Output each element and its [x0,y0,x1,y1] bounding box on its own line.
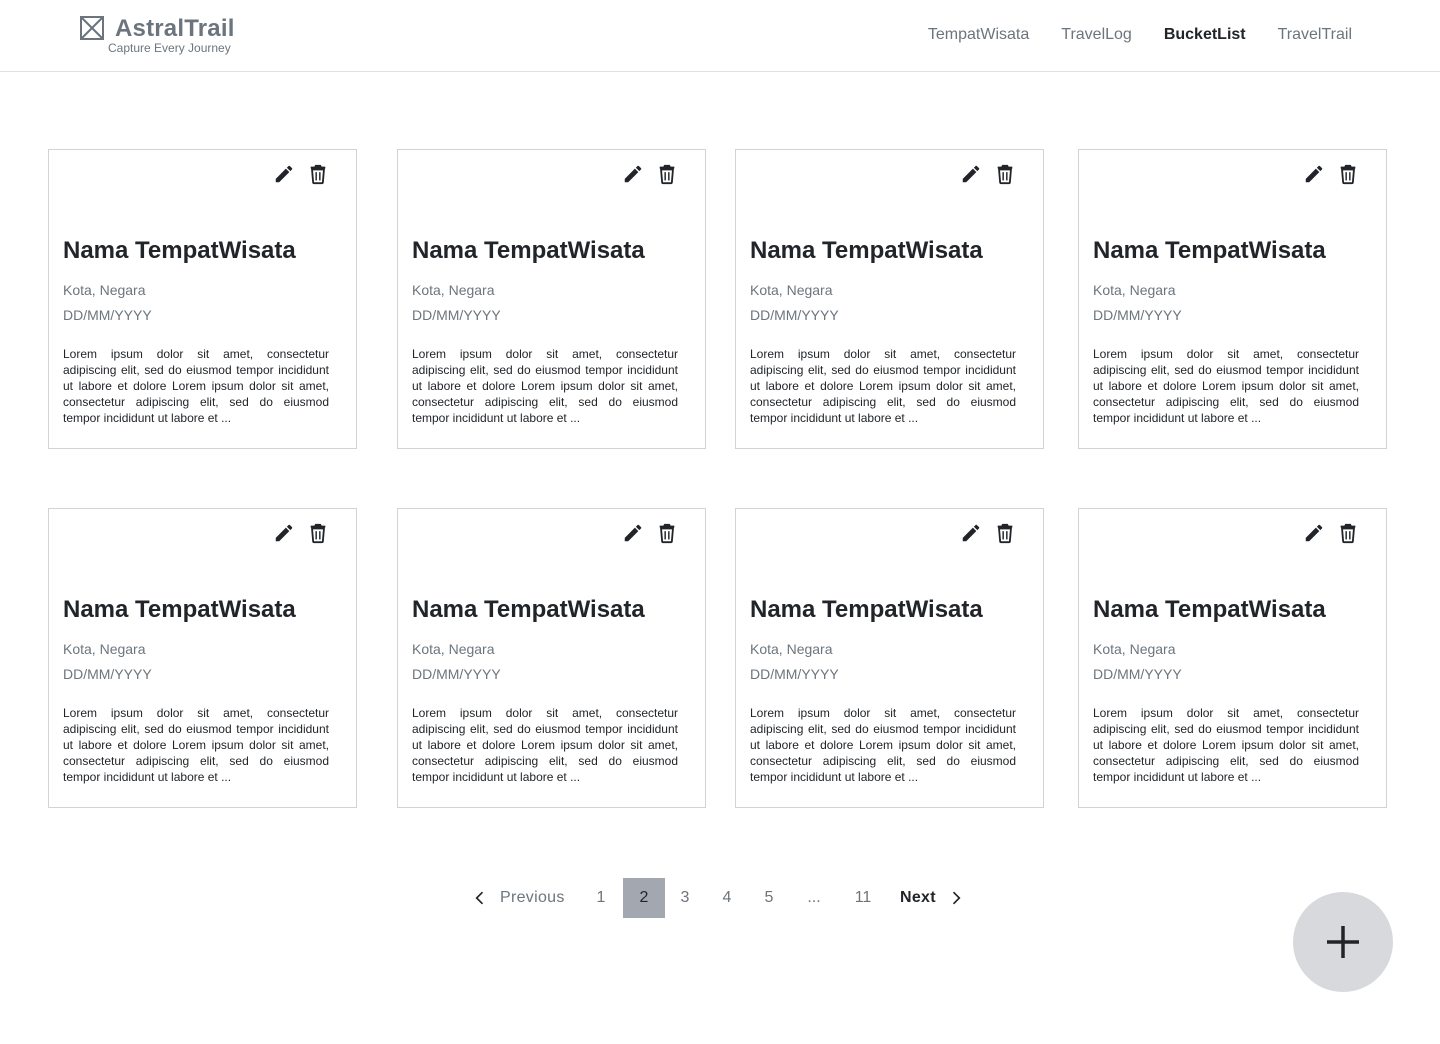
card-title: Nama TempatWisata [412,596,645,623]
trash-icon[interactable] [306,162,330,186]
card-title: Nama TempatWisata [750,237,983,264]
card-date: DD/MM/YYYY [750,666,839,682]
pagination-previous[interactable]: Previous [470,878,570,918]
card-location: Kota, Negara [63,282,146,298]
page-number[interactable]: 5 [749,878,789,918]
trash-icon[interactable] [1336,162,1360,186]
pagination-next[interactable]: Next [900,878,972,918]
trash-icon[interactable] [655,521,679,545]
trash-icon[interactable] [655,162,679,186]
card-location: Kota, Negara [63,641,146,657]
card-location: Kota, Negara [412,282,495,298]
bucketlist-card[interactable]: Nama TempatWisata Kota, Negara DD/MM/YYY… [397,508,706,808]
card-description: Lorem ipsum dolor sit amet, consectetur … [63,706,329,784]
card-location: Kota, Negara [750,282,833,298]
pencil-icon[interactable] [621,162,645,186]
top-navbar: AstralTrail Capture Every Journey Tempat… [0,0,1440,72]
card-description: Lorem ipsum dolor sit amet, consectetur … [412,347,678,425]
nav-link-traveltrail[interactable]: TravelTrail [1278,25,1352,45]
bucketlist-card[interactable]: Nama TempatWisata Kota, Negara DD/MM/YYY… [735,149,1044,449]
page-number[interactable]: 4 [707,878,747,918]
card-date: DD/MM/YYYY [750,307,839,323]
bucketlist-card[interactable]: Nama TempatWisata Kota, Negara DD/MM/YYY… [1078,149,1387,449]
card-date: DD/MM/YYYY [63,666,152,682]
card-location: Kota, Negara [412,641,495,657]
card-description: Lorem ipsum dolor sit amet, consectetur … [412,706,678,784]
pencil-icon[interactable] [959,521,983,545]
pencil-icon[interactable] [1302,162,1326,186]
nav-link-tempatwisata[interactable]: TempatWisata [928,25,1029,45]
logo-placeholder-icon [80,16,104,40]
card-location: Kota, Negara [750,641,833,657]
card-actions [262,521,330,545]
card-actions [1292,162,1360,186]
card-location: Kota, Negara [1093,282,1176,298]
trash-icon[interactable] [1336,521,1360,545]
card-title: Nama TempatWisata [750,596,983,623]
add-bucketlist-button[interactable] [1293,892,1393,992]
pencil-icon[interactable] [621,521,645,545]
card-date: DD/MM/YYYY [412,666,501,682]
plus-icon [1327,926,1359,958]
bucketlist-card[interactable]: Nama TempatWisata Kota, Negara DD/MM/YYY… [48,149,357,449]
main-nav: TempatWisata TravelLog BucketList Travel… [896,25,1352,45]
bucketlist-card[interactable]: Nama TempatWisata Kota, Negara DD/MM/YYY… [1078,508,1387,808]
trash-icon[interactable] [993,521,1017,545]
card-date: DD/MM/YYYY [1093,307,1182,323]
chevron-left-icon [475,891,484,905]
page-ellipsis: ... [807,889,821,906]
pencil-icon[interactable] [1302,521,1326,545]
nav-link-bucketlist[interactable]: BucketList [1164,25,1246,45]
card-date: DD/MM/YYYY [63,307,152,323]
pagination-next-label: Next [900,889,936,906]
card-description: Lorem ipsum dolor sit amet, consectetur … [63,347,329,425]
bucketlist-card[interactable]: Nama TempatWisata Kota, Negara DD/MM/YYY… [735,508,1044,808]
page-number[interactable]: 1 [581,878,621,918]
bucketlist-card[interactable]: Nama TempatWisata Kota, Negara DD/MM/YYY… [397,149,706,449]
page-number[interactable]: 11 [842,878,884,918]
card-location: Kota, Negara [1093,641,1176,657]
brand-tagline: Capture Every Journey [108,41,231,55]
pagination-previous-label: Previous [500,889,565,906]
card-title: Nama TempatWisata [63,596,296,623]
trash-icon[interactable] [993,162,1017,186]
pencil-icon[interactable] [959,162,983,186]
card-actions [262,162,330,186]
card-title: Nama TempatWisata [1093,596,1326,623]
card-date: DD/MM/YYYY [1093,666,1182,682]
trash-icon[interactable] [306,521,330,545]
card-date: DD/MM/YYYY [412,307,501,323]
card-description: Lorem ipsum dolor sit amet, consectetur … [750,347,1016,425]
card-actions [1292,521,1360,545]
card-actions [611,162,679,186]
bucketlist-card[interactable]: Nama TempatWisata Kota, Negara DD/MM/YYY… [48,508,357,808]
brand-name: AstralTrail [115,15,235,42]
card-actions [611,521,679,545]
pencil-icon[interactable] [272,162,296,186]
pagination: Previous 1 2 3 4 5 ... 11 Next [0,878,1440,918]
card-actions [949,521,1017,545]
pencil-icon[interactable] [272,521,296,545]
card-title: Nama TempatWisata [412,237,645,264]
card-description: Lorem ipsum dolor sit amet, consectetur … [1093,706,1359,784]
page-number[interactable]: 3 [665,878,705,918]
card-actions [949,162,1017,186]
card-description: Lorem ipsum dolor sit amet, consectetur … [1093,347,1359,425]
card-title: Nama TempatWisata [63,237,296,264]
card-title: Nama TempatWisata [1093,237,1326,264]
nav-link-travellog[interactable]: TravelLog [1061,25,1132,45]
card-description: Lorem ipsum dolor sit amet, consectetur … [750,706,1016,784]
chevron-right-icon [952,891,961,905]
page-number-current[interactable]: 2 [623,878,665,918]
